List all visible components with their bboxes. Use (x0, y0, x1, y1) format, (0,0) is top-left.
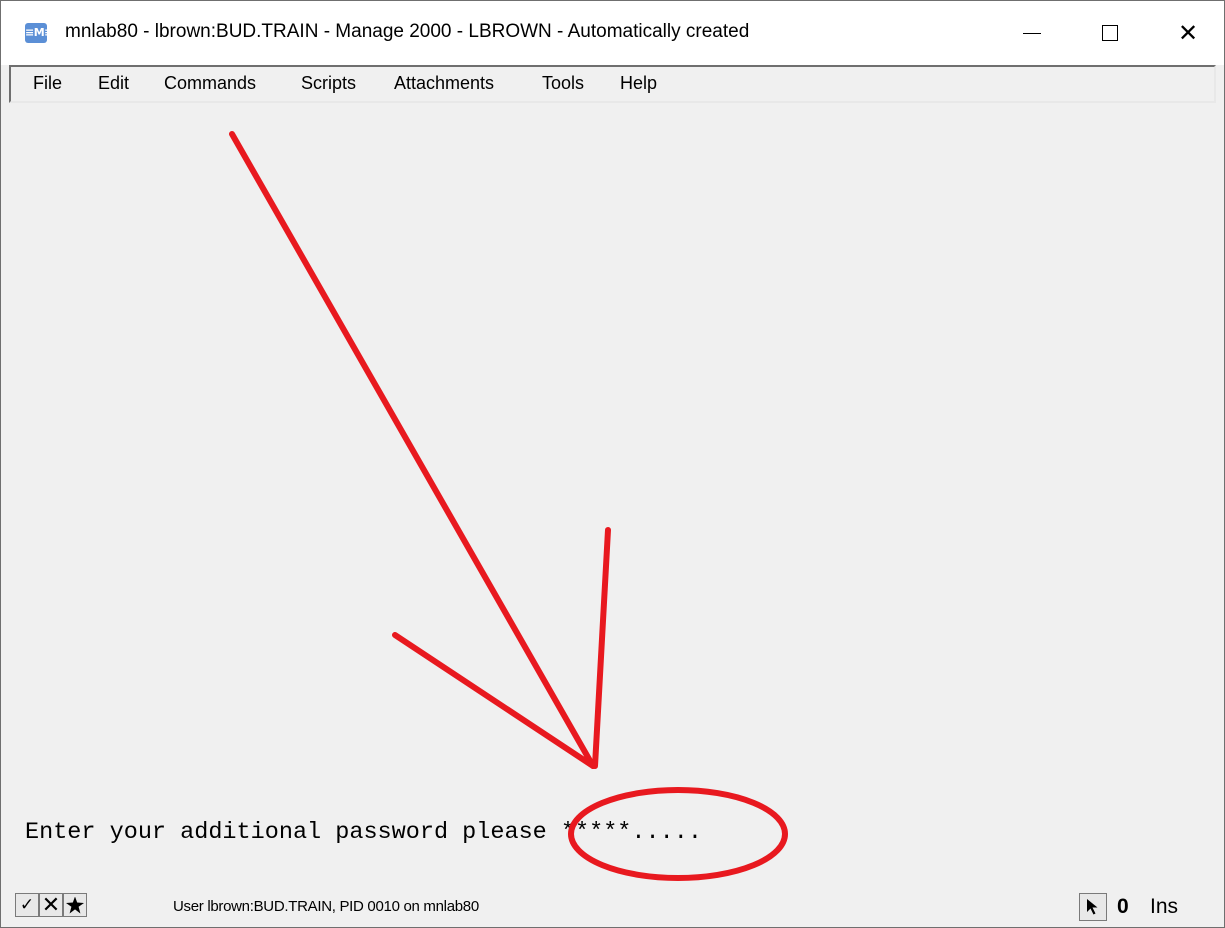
annotation-arrow-head-left (392, 632, 596, 769)
app-icon: ≡M≡ (25, 23, 53, 43)
maximize-icon (1102, 25, 1118, 41)
terminal-screen[interactable]: Enter your additional password please **… (9, 103, 1216, 888)
menu-file[interactable]: File (33, 73, 62, 94)
check-icon: ✓ (19, 895, 35, 915)
annotation-arrow-head-right (592, 527, 611, 769)
x-icon: ✕ (41, 892, 61, 918)
menu-edit[interactable]: Edit (98, 73, 129, 94)
close-icon: ✕ (1177, 19, 1199, 47)
annotation-arrow-shaft (229, 131, 596, 769)
menu-tools[interactable]: Tools (542, 73, 584, 94)
insert-mode-indicator[interactable]: Ins (1150, 895, 1178, 919)
minimize-button[interactable] (994, 1, 1070, 65)
menu-attachments[interactable]: Attachments (394, 73, 494, 94)
star-icon (66, 896, 84, 914)
star-button[interactable] (63, 893, 87, 917)
title-bar[interactable]: ≡M≡ mnlab80 - lbrown:BUD.TRAIN - Manage … (1, 1, 1224, 65)
cursor-count: 0 (1117, 895, 1129, 918)
accept-button[interactable]: ✓ (15, 893, 39, 917)
menu-scripts[interactable]: Scripts (301, 73, 356, 94)
terminal-window: ≡M≡ mnlab80 - lbrown:BUD.TRAIN - Manage … (0, 0, 1225, 928)
window-title: mnlab80 - lbrown:BUD.TRAIN - Manage 2000… (65, 21, 750, 42)
pointer-mode-button[interactable] (1079, 893, 1107, 921)
minimize-icon (1023, 32, 1041, 34)
maximize-button[interactable] (1072, 1, 1148, 65)
status-bar: ✓ ✕ User lbrown:BUD.TRAIN, PID 0010 on m… (1, 891, 1224, 927)
menu-commands[interactable]: Commands (164, 73, 256, 94)
menu-help[interactable]: Help (620, 73, 657, 94)
close-button[interactable]: ✕ (1150, 1, 1225, 65)
cancel-button[interactable]: ✕ (39, 892, 63, 918)
menu-bar: File Edit Commands Scripts Attachments T… (9, 65, 1216, 103)
annotation-circle (568, 787, 788, 881)
red-annotation-overlay (229, 131, 788, 881)
status-text: User lbrown:BUD.TRAIN, PID 0010 on mnlab… (173, 898, 479, 915)
pointer-arrow-icon (1087, 899, 1098, 915)
